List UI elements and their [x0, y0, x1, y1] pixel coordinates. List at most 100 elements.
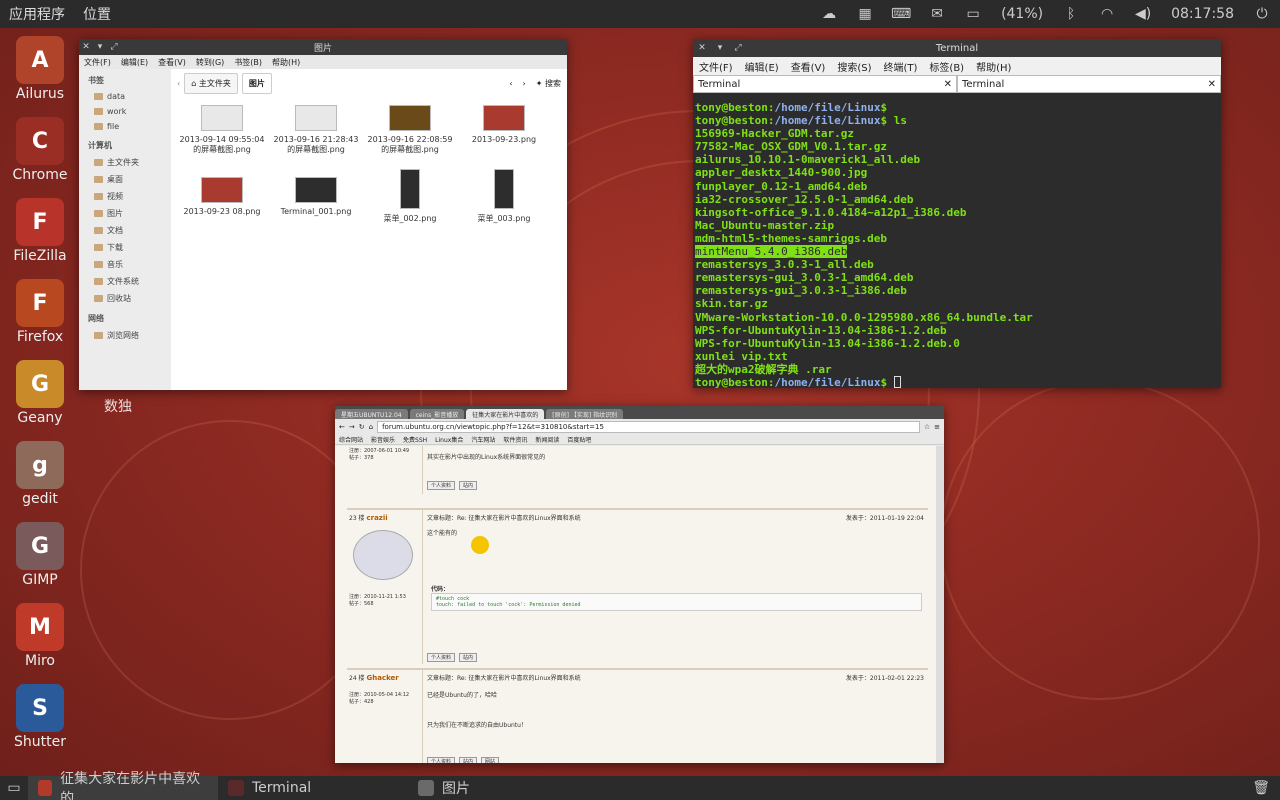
taskbar-item[interactable]: Terminal [218, 776, 408, 800]
search-button[interactable]: ✦ 搜索 [536, 78, 561, 89]
dock-item-gedit[interactable]: g gedit [0, 441, 80, 507]
sidebar-item[interactable]: 文件系统 [79, 273, 171, 290]
term-menu-item[interactable]: 文件(F) [693, 59, 739, 74]
pm-button[interactable]: 站内 [458, 481, 477, 490]
weather-icon[interactable]: ☁ [811, 6, 847, 22]
page-scrollbar[interactable] [936, 446, 944, 763]
term-menu-item[interactable]: 搜索(S) [831, 59, 877, 74]
battery-icon[interactable]: ▭ [955, 6, 991, 22]
menu-icon[interactable]: ≡ [934, 423, 940, 431]
file-item[interactable]: 2013-09-23.png [457, 105, 551, 144]
nav-back-icon[interactable]: ‹ [509, 79, 512, 88]
profile-button[interactable]: 个人资料 [427, 481, 456, 490]
clock[interactable]: 08:17:58 [1161, 6, 1244, 22]
bookmark-item[interactable]: 软件资讯 [503, 435, 527, 444]
reload-icon[interactable]: ↻ [359, 423, 365, 431]
fm-titlebar[interactable]: ✕ ▾ ⤢ 图片 [79, 39, 567, 55]
sidebar-item[interactable]: 文档 [79, 222, 171, 239]
term-menu-item[interactable]: 编辑(E) [739, 59, 785, 74]
mail-icon[interactable]: ✉ [919, 6, 955, 22]
post-username[interactable]: crazii [366, 514, 387, 522]
fm-menu-item[interactable]: 书签(B) [229, 57, 267, 68]
bookmark-item[interactable]: 百度贴吧 [567, 435, 591, 444]
logout-icon[interactable]: ⏻ [1244, 6, 1280, 22]
path-back-icon[interactable]: ‹ [177, 79, 180, 88]
profile-button[interactable]: 个人资料 [427, 757, 456, 763]
fm-menu-item[interactable]: 文件(F) [79, 57, 116, 68]
close-icon[interactable]: ✕ [79, 42, 93, 52]
close-icon[interactable]: ✕ [693, 43, 711, 53]
sidebar-item[interactable]: 浏览网络 [79, 327, 171, 344]
nav-forward-icon[interactable]: › [523, 79, 526, 88]
back-icon[interactable]: ← [339, 423, 345, 431]
sidebar-item[interactable]: 回收站 [79, 290, 171, 307]
pm-button[interactable]: 站内 [458, 757, 477, 763]
maximize-icon[interactable]: ⤢ [729, 43, 747, 53]
trash-icon[interactable]: 🗑 [1252, 780, 1270, 796]
home-icon[interactable]: ⌂ [369, 423, 373, 431]
fm-menu-item[interactable]: 转到(G) [191, 57, 229, 68]
address-bar[interactable]: forum.ubuntu.org.cn/viewtopic.php?f=12&t… [377, 420, 920, 433]
website-button[interactable]: 网站 [480, 757, 499, 763]
taskbar-item[interactable]: 图片 [408, 776, 598, 800]
show-desktop-icon[interactable]: ▭ [0, 780, 28, 796]
sidebar-item[interactable]: 桌面 [79, 171, 171, 188]
crumb-home[interactable]: ⌂ 主文件夹 [184, 72, 238, 94]
dock-item-shutter[interactable]: S Shutter [0, 684, 80, 750]
browser-tab[interactable]: 征集大家在影片中喜欢的 [466, 409, 545, 419]
sidebar-item[interactable]: 视频 [79, 188, 171, 205]
term-menu-item[interactable]: 查看(V) [785, 59, 832, 74]
close-tab-icon[interactable]: ✕ [944, 79, 952, 90]
dock-item-miro[interactable]: M Miro [0, 603, 80, 669]
pm-button[interactable]: 站内 [458, 653, 477, 662]
dock-item-ailurus[interactable]: A Ailurus [0, 36, 80, 102]
places-menu[interactable]: 位置 [74, 4, 120, 24]
minimize-icon[interactable]: ▾ [711, 43, 729, 53]
fm-menu-item[interactable]: 帮助(H) [267, 57, 305, 68]
bluetooth-icon[interactable]: ᛒ [1053, 6, 1089, 22]
browser-tab[interactable]: ceins_影音播放 [409, 409, 465, 419]
taskbar-item[interactable]: 征集大家在影片中喜欢的... [28, 771, 218, 800]
minimize-icon[interactable]: ▾ [93, 42, 107, 52]
sidebar-item[interactable]: file [79, 119, 171, 134]
browser-tab[interactable]: [原创] 【实现] 指纹识别 [546, 409, 624, 419]
fm-menu-item[interactable]: 查看(V) [153, 57, 191, 68]
term-menu-item[interactable]: 标签(B) [923, 59, 970, 74]
dock-item-gimp[interactable]: G GIMP [0, 522, 80, 588]
file-item[interactable]: Terminal_001.png [269, 177, 363, 216]
file-item[interactable]: 2013-09-23 08.png [175, 177, 269, 216]
sidebar-item[interactable]: 音乐 [79, 256, 171, 273]
term-menu-item[interactable]: 帮助(H) [970, 59, 1017, 74]
maximize-icon[interactable]: ⤢ [107, 42, 121, 52]
dock-item-firefox[interactable]: F Firefox [0, 279, 80, 345]
bookmark-item[interactable]: 影音娱乐 [371, 435, 395, 444]
sidebar-item[interactable]: work [79, 104, 171, 119]
volume-icon[interactable]: ◀) [1125, 6, 1161, 22]
term-menu-item[interactable]: 终端(T) [878, 59, 924, 74]
bookmark-item[interactable]: 汽车网站 [471, 435, 495, 444]
calendar-icon[interactable]: ▦ [847, 6, 883, 22]
file-item[interactable]: 菜单_003.png [457, 169, 551, 224]
dock-item-filezilla[interactable]: F FileZilla [0, 198, 80, 264]
post-username[interactable]: Ghacker [366, 674, 398, 682]
sidebar-item[interactable]: 图片 [79, 205, 171, 222]
forward-icon[interactable]: → [349, 423, 355, 431]
file-item[interactable]: 2013-09-16 22:08:59 的屏幕截图.png [363, 105, 457, 155]
close-tab-icon[interactable]: ✕ [1208, 79, 1216, 90]
crumb-current[interactable]: 图片 [241, 72, 272, 94]
sidebar-item[interactable]: 下载 [79, 239, 171, 256]
wifi-icon[interactable]: ◠ [1089, 6, 1125, 22]
file-item[interactable]: 菜单_002.png [363, 169, 457, 224]
file-item[interactable]: 2013-09-16 21:28:43 的屏幕截图.png [269, 105, 363, 155]
sidebar-item[interactable]: 主文件夹 [79, 154, 171, 171]
applications-menu[interactable]: 应用程序 [0, 4, 74, 24]
term-titlebar[interactable]: ✕ ▾ ⤢ Terminal [693, 39, 1221, 57]
dock-item-chrome[interactable]: C Chrome [0, 117, 80, 183]
keyboard-icon[interactable]: ⌨ [883, 6, 919, 22]
term-tab[interactable]: Terminal ✕ [957, 75, 1221, 93]
bookmark-item[interactable]: 综合网站 [339, 435, 363, 444]
bookmark-item[interactable]: 新闻阅读 [535, 435, 559, 444]
bookmark-item[interactable]: Linux集合 [435, 435, 463, 444]
fm-menu-item[interactable]: 编辑(E) [116, 57, 153, 68]
term-tab[interactable]: Terminal ✕ [693, 75, 957, 93]
